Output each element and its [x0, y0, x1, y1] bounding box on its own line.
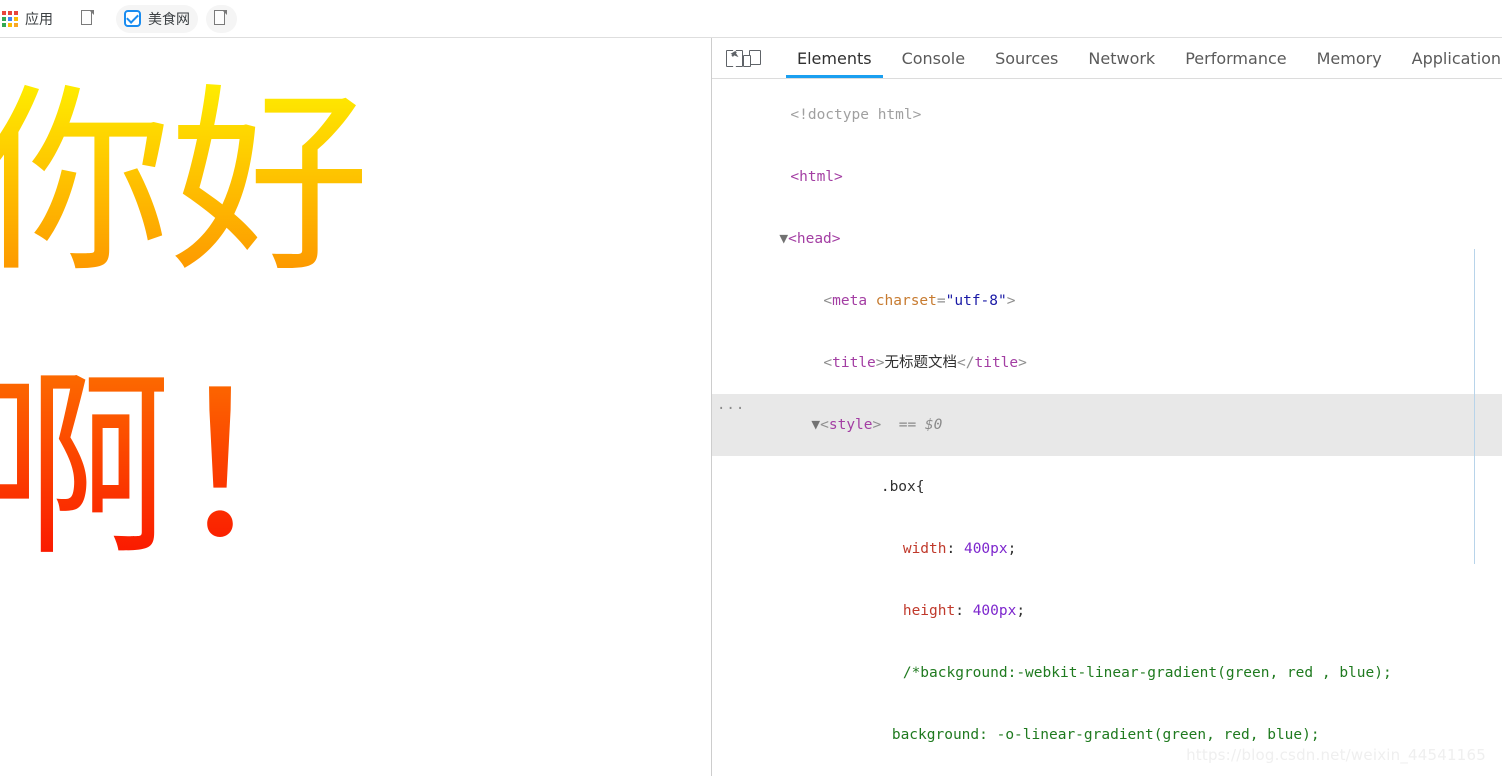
dom-node-style-open[interactable]: ... ▼<style> == $0: [712, 394, 1502, 456]
css-prop-width: width: [902, 541, 947, 557]
meta-bracket-open: <: [823, 293, 833, 309]
rendered-gradient-text: 你好啊！: [0, 42, 711, 610]
envelope-icon: [124, 10, 141, 27]
tab-sources[interactable]: Sources: [980, 38, 1073, 78]
meta-tag-name: meta: [832, 293, 868, 309]
dom-tree: <!doctype html> <html> ▼<head> <meta cha…: [712, 79, 1502, 776]
tab-sources-label: Sources: [995, 48, 1059, 68]
tab-elements[interactable]: Elements: [782, 38, 887, 78]
tab-application[interactable]: Application: [1397, 38, 1502, 78]
title-bracket-open: <: [823, 355, 833, 371]
css-value-height: 400px: [972, 603, 1017, 619]
bookmark-meishiwang-label: 美食网: [148, 11, 190, 28]
tab-performance-label: Performance: [1185, 48, 1287, 68]
meta-attr-value: "utf-8": [945, 293, 1007, 309]
tab-performance[interactable]: Performance: [1170, 38, 1301, 78]
node-overflow-badge[interactable]: ...: [717, 395, 745, 415]
device-toolbar-icon[interactable]: [743, 39, 761, 78]
dom-node-html-open[interactable]: <html>: [712, 146, 1502, 208]
meta-attr-name: charset: [875, 293, 937, 309]
bookmark-document-2[interactable]: [206, 4, 237, 33]
devtools-toolbar: Elements Console Sources Network Perform…: [712, 38, 1502, 79]
style-bracket-open: <: [820, 417, 829, 433]
tab-memory[interactable]: Memory: [1302, 38, 1397, 78]
css-prop-height: height: [902, 603, 956, 619]
inspect-element-icon[interactable]: [726, 39, 743, 78]
html-open-tag: <html>: [790, 169, 843, 185]
css-row-box-selector: .box{: [712, 456, 1502, 518]
devtools-panel: Elements Console Sources Network Perform…: [711, 38, 1502, 776]
bookmark-meishiwang[interactable]: 美食网: [116, 4, 198, 33]
css-row-box-width: width: 400px;: [712, 518, 1502, 580]
title-bracket-3: >: [1018, 355, 1027, 371]
tab-network[interactable]: Network: [1073, 38, 1170, 78]
expand-triangle-head-icon[interactable]: ▼: [779, 231, 788, 247]
css-colon-1: :: [946, 541, 964, 557]
style-css-source[interactable]: .box{ width: 400px; height: 400px; /*bac…: [712, 456, 1502, 776]
css-row-box-height: height: 400px;: [712, 580, 1502, 642]
bookmark-apps[interactable]: 应用: [0, 5, 61, 33]
tab-memory-label: Memory: [1316, 48, 1382, 68]
bookmark-document-1[interactable]: [73, 5, 104, 33]
expand-triangle-style-icon[interactable]: ▼: [811, 417, 820, 433]
document-page-icon: [81, 9, 96, 28]
dom-node-meta[interactable]: <meta charset="utf-8">: [712, 270, 1502, 332]
css-comment-line-2: background: -o-linear-gradient(green, re…: [891, 727, 1320, 743]
style-bracket-close: >: [872, 417, 882, 433]
css-semi-2: ;: [1016, 603, 1026, 619]
style-indent-guide: [1474, 249, 1475, 564]
css-semi-1: ;: [1007, 541, 1017, 557]
title-text: 无标题文档: [884, 355, 958, 371]
tab-console[interactable]: Console: [887, 38, 981, 78]
meta-bracket-close: >: [1006, 293, 1016, 309]
google-apps-grid-icon: [2, 10, 18, 27]
tab-network-label: Network: [1088, 48, 1156, 68]
title-bracket-1: >: [875, 355, 885, 371]
bookmarks-bar: 应用 美食网: [0, 0, 1502, 38]
title-close-tag-name: title: [974, 355, 1019, 371]
page-viewport: 你好啊！: [0, 38, 711, 776]
title-bracket-2: </: [957, 355, 975, 371]
meta-equals: =: [936, 293, 946, 309]
bookmark-apps-label: 应用: [25, 11, 53, 28]
watermark-text: https://blog.csdn.net/weixin_44541165: [1186, 746, 1486, 764]
dom-node-title[interactable]: <title>无标题文档</title>: [712, 332, 1502, 394]
style-tag-name: style: [828, 417, 873, 433]
css-row-comment-1: /*background:-webkit-linear-gradient(gre…: [712, 642, 1502, 704]
css-comment-line-1: /*background:-webkit-linear-gradient(gre…: [902, 665, 1392, 681]
css-row-comment-3: background: -moz-linear-gradient(green, …: [712, 766, 1502, 776]
selected-node-marker: == $0: [898, 417, 943, 433]
tab-elements-label: Elements: [797, 48, 872, 68]
tab-application-label: Application: [1411, 48, 1502, 68]
title-tag-name: title: [832, 355, 876, 371]
devtools-tabs: Elements Console Sources Network Perform…: [782, 38, 1502, 78]
doctype-text: <!doctype html>: [790, 107, 922, 123]
css-colon-2: :: [955, 603, 973, 619]
css-box-selector: .box{: [880, 479, 925, 495]
css-value-width: 400px: [963, 541, 1008, 557]
head-open-tag: <head>: [788, 231, 841, 247]
dom-node-doctype[interactable]: <!doctype html>: [712, 84, 1502, 146]
dom-node-head-open[interactable]: ▼<head>: [712, 208, 1502, 270]
tab-console-label: Console: [901, 48, 966, 68]
document-page-icon: [214, 9, 229, 28]
